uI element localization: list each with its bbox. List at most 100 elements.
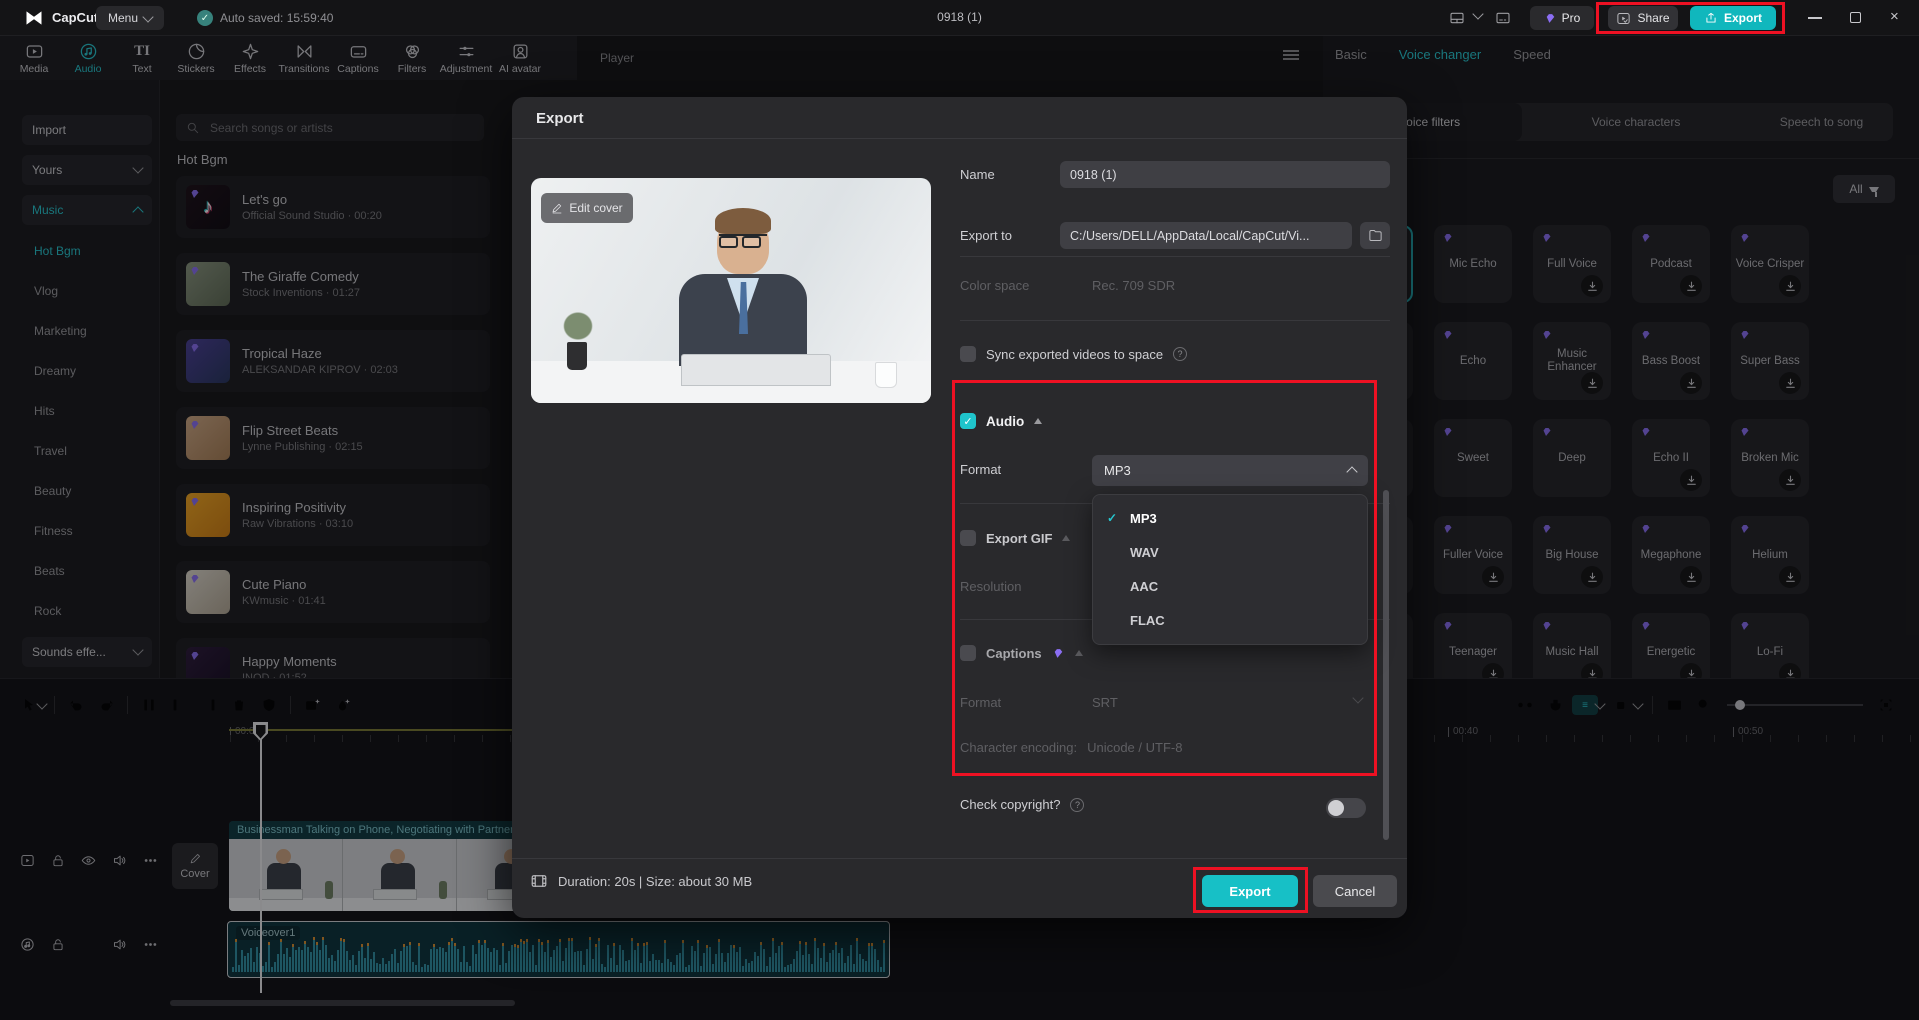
voice-card-voice-crisper[interactable]: Voice Crisper xyxy=(1731,225,1809,303)
subtab-voice-characters[interactable]: Voice characters xyxy=(1522,103,1750,141)
help-icon[interactable]: ? xyxy=(1070,798,1084,812)
audio-format-select[interactable]: MP3 xyxy=(1092,455,1368,486)
music-item-let-s-go[interactable]: ♪Let's goOfficial Sound Studio · 00:20 xyxy=(176,176,490,238)
download-icon[interactable] xyxy=(1680,469,1702,491)
sidebar-item-vlog[interactable]: Vlog xyxy=(0,275,160,307)
voice-card-big-house[interactable]: Big House xyxy=(1533,516,1611,594)
toolbar-item-audio[interactable]: Audio xyxy=(64,41,112,75)
split-icon[interactable] xyxy=(134,692,164,718)
delete-icon[interactable] xyxy=(224,692,254,718)
copyright-toggle[interactable] xyxy=(1326,798,1366,818)
browse-folder-button[interactable] xyxy=(1360,222,1390,249)
cover-button[interactable]: Cover xyxy=(172,843,218,889)
download-icon[interactable] xyxy=(1482,566,1504,588)
toolbar-item-effects[interactable]: Effects xyxy=(226,41,274,75)
music-item-inspiring-positivity[interactable]: Inspiring PositivityRaw Vibrations · 03:… xyxy=(176,484,490,546)
link-clips-icon[interactable] xyxy=(1510,692,1540,718)
captions-checkbox[interactable] xyxy=(960,645,976,661)
export-button-top[interactable]: Export xyxy=(1690,6,1776,30)
tab-speed[interactable]: Speed xyxy=(1513,47,1551,62)
tab-basic[interactable]: Basic xyxy=(1335,47,1367,62)
lock-icon[interactable] xyxy=(51,938,65,952)
sidebar-item-marketing[interactable]: Marketing xyxy=(0,315,160,347)
lock-icon[interactable] xyxy=(51,854,65,868)
dialog-scrollbar[interactable] xyxy=(1383,490,1389,840)
timeline-zoom-slider[interactable] xyxy=(1727,704,1863,706)
sidebar-item-hits[interactable]: Hits xyxy=(0,395,160,427)
format-option-flac[interactable]: FLAC xyxy=(1093,604,1367,638)
preview-screen-icon[interactable] xyxy=(1659,692,1689,718)
toolbar-item-captions[interactable]: Captions xyxy=(334,41,382,75)
fit-timeline-icon[interactable] xyxy=(1871,692,1901,718)
voice-card-deep[interactable]: Deep xyxy=(1533,419,1611,497)
sidebar-item-beats[interactable]: Beats xyxy=(0,555,160,587)
voice-card-full-voice[interactable]: Full Voice xyxy=(1533,225,1611,303)
sidebar-item-import[interactable]: Import xyxy=(22,115,152,145)
sync-checkbox[interactable] xyxy=(960,346,976,362)
sidebar-item-yours[interactable]: Yours xyxy=(22,155,152,185)
music-item-cute-piano[interactable]: Cute PianoKWmusic · 01:41 xyxy=(176,561,490,623)
sidebar-item-dreamy[interactable]: Dreamy xyxy=(0,355,160,387)
more-options-icon[interactable] xyxy=(143,853,158,868)
download-icon[interactable] xyxy=(1779,469,1801,491)
player-menu-icon[interactable] xyxy=(1283,50,1299,60)
toolbar-item-filters[interactable]: Filters xyxy=(388,41,436,75)
minimize-button[interactable] xyxy=(1808,17,1822,19)
toolbar-item-transitions[interactable]: Transitions xyxy=(280,41,328,75)
layout-toggle-icon[interactable] xyxy=(1448,10,1466,26)
toolbar-item-text[interactable]: TIText xyxy=(118,41,166,75)
voice-card-broken-mic[interactable]: Broken Mic xyxy=(1731,419,1809,497)
sidebar-item-rock[interactable]: Rock xyxy=(0,595,160,627)
search-input[interactable] xyxy=(208,120,458,136)
speaker-icon[interactable] xyxy=(112,853,127,868)
search-bar[interactable] xyxy=(176,114,484,141)
sidebar-item-travel[interactable]: Travel xyxy=(0,435,160,467)
zoom-out-icon[interactable] xyxy=(1689,692,1719,718)
voice-card-echo-ii[interactable]: Echo II xyxy=(1632,419,1710,497)
voice-card-mic-echo[interactable]: Mic Echo xyxy=(1434,225,1512,303)
voice-card-bass-boost[interactable]: Bass Boost xyxy=(1632,322,1710,400)
download-icon[interactable] xyxy=(1779,372,1801,394)
voice-card-megaphone[interactable]: Megaphone xyxy=(1632,516,1710,594)
voice-card-sweet[interactable]: Sweet xyxy=(1434,419,1512,497)
voice-card-fuller-voice[interactable]: Fuller Voice xyxy=(1434,516,1512,594)
split-left-icon[interactable] xyxy=(164,692,194,718)
audio-track-icon[interactable] xyxy=(20,937,35,952)
cancel-button[interactable]: Cancel xyxy=(1313,875,1397,907)
ai-effect-icon[interactable] xyxy=(327,692,357,718)
download-icon[interactable] xyxy=(1680,275,1702,297)
download-icon[interactable] xyxy=(1680,372,1702,394)
filter-all-button[interactable]: All xyxy=(1833,175,1895,203)
captions-row[interactable]: Captions xyxy=(960,645,1083,661)
voice-card-helium[interactable]: Helium xyxy=(1731,516,1809,594)
music-item-happy-moments[interactable]: Happy MomentsINOD · 01:52 xyxy=(176,638,490,678)
format-option-wav[interactable]: WAV xyxy=(1093,535,1367,569)
voice-card-lo-fi[interactable]: Lo-Fi xyxy=(1731,613,1809,680)
voice-card-music-hall[interactable]: Music Hall xyxy=(1533,613,1611,680)
zoom-slider-knob[interactable] xyxy=(1735,700,1745,710)
sync-space-row[interactable]: Sync exported videos to space ? xyxy=(960,346,1187,362)
tab-voice-changer[interactable]: Voice changer xyxy=(1399,47,1481,62)
undo-icon[interactable] xyxy=(61,692,91,718)
voice-card-music-enhancer[interactable]: Music Enhancer xyxy=(1533,322,1611,400)
ai-clip-icon[interactable] xyxy=(297,692,327,718)
voice-card-echo[interactable]: Echo xyxy=(1434,322,1512,400)
download-icon[interactable] xyxy=(1680,566,1702,588)
split-right-icon[interactable] xyxy=(194,692,224,718)
name-input[interactable]: 0918 (1) xyxy=(1060,161,1390,188)
export-path-input[interactable]: C:/Users/DELL/AppData/Local/CapCut/Vi... xyxy=(1060,222,1352,249)
redo-icon[interactable] xyxy=(91,692,121,718)
edit-cover-button[interactable]: Edit cover xyxy=(541,193,633,223)
music-item-flip-street-beats[interactable]: Flip Street BeatsLynne Publishing · 02:1… xyxy=(176,407,490,469)
download-icon[interactable] xyxy=(1581,372,1603,394)
voice-card-teenager[interactable]: Teenager xyxy=(1434,613,1512,680)
collapse-icon[interactable] xyxy=(1062,535,1070,541)
audio-clip-voiceover[interactable]: Voiceover1 xyxy=(227,921,890,978)
panel-toggle-icon[interactable] xyxy=(1494,10,1512,26)
gif-checkbox[interactable] xyxy=(960,530,976,546)
export-confirm-button[interactable]: Export xyxy=(1202,875,1298,907)
toolbar-item-stickers[interactable]: Stickers xyxy=(172,41,220,75)
more-options-icon[interactable] xyxy=(143,937,158,952)
format-option-aac[interactable]: AAC xyxy=(1093,570,1367,604)
music-item-tropical-haze[interactable]: Tropical HazeALEKSANDAR KIPROV · 02:03 xyxy=(176,330,490,392)
